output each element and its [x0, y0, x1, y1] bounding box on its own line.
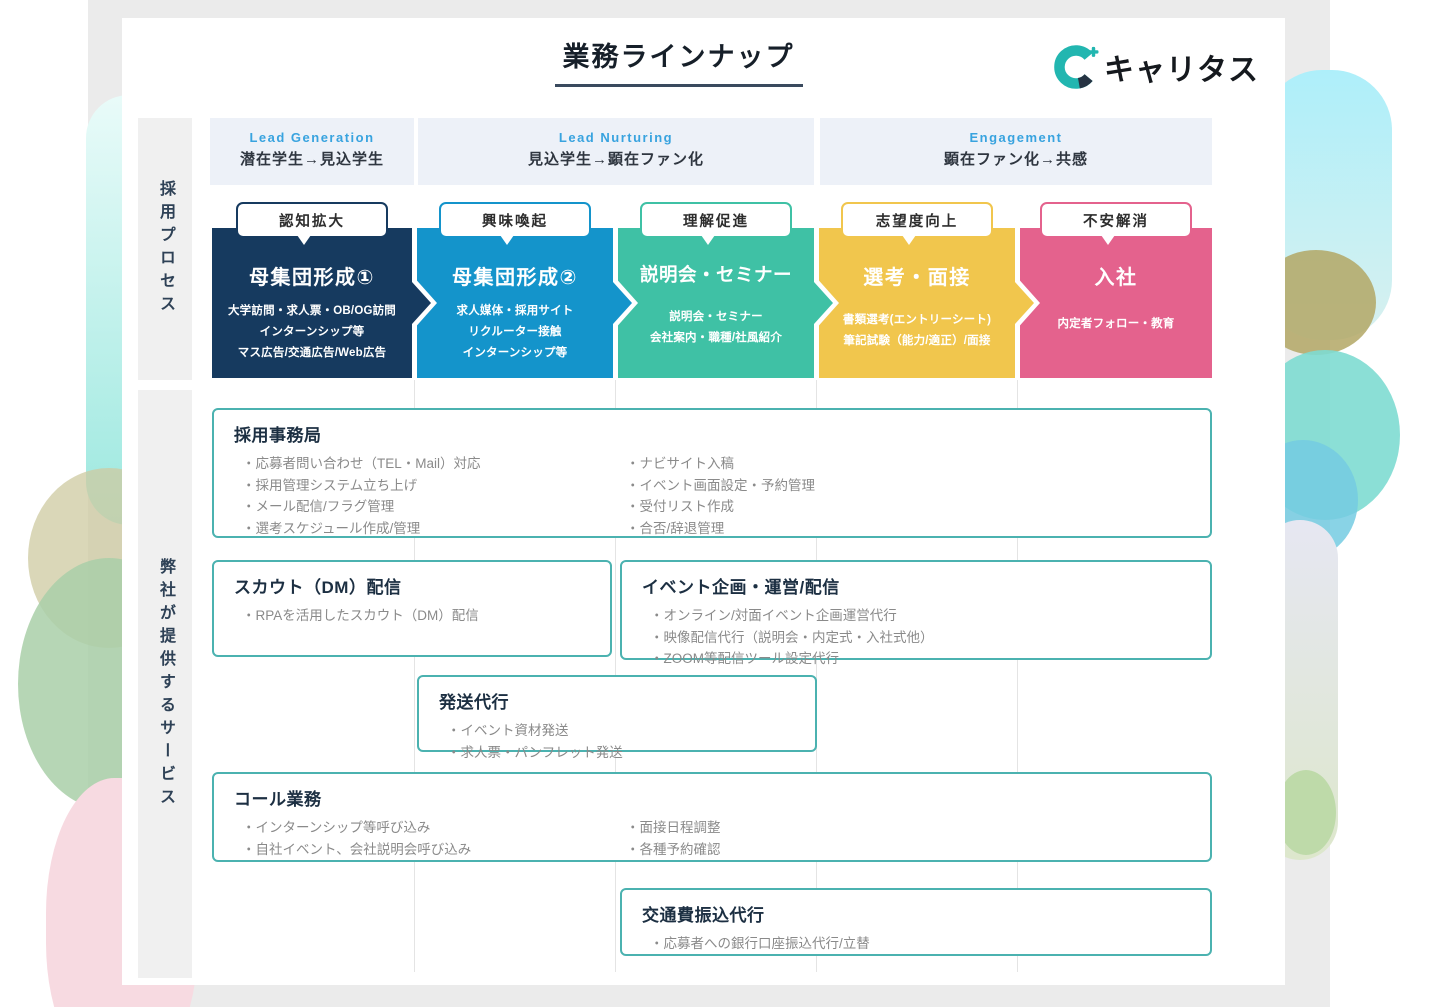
chevron-arrow-icon [814, 282, 833, 324]
service-item: ・映像配信代行（説明会・内定式・入社式他） [650, 629, 934, 645]
page-title: 業務ラインナップ [554, 35, 803, 87]
brand-logo: キャリタス [1053, 44, 1259, 90]
phase-lead-nurturing: Lead Nurturing 見込学生→顕在ファン化 [418, 118, 814, 185]
service-item: ・採用管理システム立ち上げ [242, 477, 418, 493]
service-box-transport-payment: 交通費振込代行 ・応募者への銀行口座振込代行/立替 [620, 888, 1212, 956]
service-title: イベント企画・運営/配信 [642, 578, 840, 597]
phase-ja-label: 見込学生→顕在ファン化 [527, 151, 704, 168]
step-tab-label: 不安解消 [1083, 213, 1149, 230]
service-item: ・各種予約確認 [626, 841, 721, 857]
phase-en-label: Engagement [969, 130, 1063, 145]
phase-lead-generation: Lead Generation 潜在学生→見込学生 [210, 118, 414, 185]
step-block: 選考・面接 書類選考(エントリーシート) 筆記試験（能力/適正）/面接 [819, 228, 1015, 378]
step-tab: 志望度向上 [841, 202, 993, 245]
step-title: 選考・面接 [863, 267, 971, 289]
tab-pointer [1101, 235, 1116, 245]
phase-en-label: Lead Nurturing [558, 130, 674, 145]
service-title: 発送代行 [439, 693, 509, 712]
step-tab-label: 興味喚起 [482, 213, 548, 230]
step-block: 母集団形成① 大学訪問・求人票・OB/OG訪問 インターンシップ等 マス広告/交… [212, 228, 412, 378]
service-item: ・合否/辞退管理 [626, 520, 725, 536]
service-item: ・選考スケジュール作成/管理 [242, 520, 421, 536]
service-box-call-operations: コール業務 ・インターンシップ等呼び込み ・自社イベント、会社説明会呼び込み ・… [212, 772, 1212, 862]
step-detail: インターンシップ等 [462, 347, 568, 359]
service-item: ・イベント資材発送 [447, 723, 569, 738]
side-label-text: 弊社が提供するサービス [157, 557, 174, 811]
tab-pointer [297, 235, 312, 245]
chevron-arrow-icon [412, 282, 431, 324]
step-detail: 筆記試験（能力/適正）/面接 [843, 335, 991, 347]
process-flow: 認知拡大 母集団形成① 大学訪問・求人票・OB/OG訪問 インターンシップ等 マ… [122, 202, 1285, 382]
service-title: 交通費振込代行 [642, 906, 765, 925]
step-detail: リクルーター接触 [468, 326, 562, 338]
service-item: ・ナビサイト入稿 [626, 456, 734, 471]
process-step-senko-mensetsu: 志望度向上 選考・面接 書類選考(エントリーシート) 筆記試験（能力/適正）/面… [819, 202, 1040, 382]
process-step-boshudan-1: 認知拡大 母集団形成① 大学訪問・求人票・OB/OG訪問 インターンシップ等 マ… [212, 202, 437, 382]
infographic-stage: 業務ラインナップ キャリタス 採用プロセス 弊社が提供するサービス Lead G… [0, 0, 1440, 1007]
tab-pointer [500, 235, 515, 245]
tab-pointer [902, 235, 917, 245]
step-tab: 理解促進 [640, 202, 792, 245]
service-box-event-planning: イベント企画・運営/配信 ・オンライン/対面イベント企画運営代行 ・映像配信代行… [620, 560, 1212, 666]
service-box-recruit-office: 採用事務局 ・応募者問い合わせ（TEL・Mail）対応 ・採用管理システム立ち上… [212, 408, 1212, 538]
service-item: ・面接日程調整 [626, 820, 721, 835]
service-item: ・ZOOM等配信ツール設定代行 [650, 651, 839, 666]
service-box-shipping: 発送代行 ・イベント資材発送 ・求人票・パンフレット発送 [417, 675, 817, 760]
step-detail: マス広告/交通広告/Web広告 [237, 347, 387, 359]
service-item: ・RPAを活用したスカウト（DM）配信 [242, 608, 479, 623]
service-item: ・応募者への銀行口座振込代行/立替 [650, 936, 870, 951]
service-item: ・インターンシップ等呼び込み [242, 820, 431, 835]
side-label-our-services: 弊社が提供するサービス [138, 390, 192, 978]
tab-pointer [701, 235, 716, 245]
step-tab-label: 志望度向上 [875, 213, 959, 230]
step-detail: 書類選考(エントリーシート) [842, 314, 992, 326]
step-detail: 内定者フォロー・教育 [1057, 318, 1175, 330]
decorative-blob [1276, 770, 1336, 855]
service-item: ・応募者問い合わせ（TEL・Mail）対応 [242, 456, 481, 471]
service-title: 採用事務局 [234, 426, 322, 445]
service-item: ・イベント画面設定・予約管理 [626, 477, 815, 493]
chevron-arrow-icon [613, 282, 632, 324]
service-title: スカウト（DM）配信 [234, 578, 402, 597]
step-tab-label: 認知拡大 [279, 213, 345, 230]
chevron-arrow-icon [1015, 282, 1034, 324]
service-box-scout-dm: スカウト（DM）配信 ・RPAを活用したスカウト（DM）配信 [212, 560, 612, 657]
step-block: 母集団形成② 求人媒体・採用サイト リクルーター接触 インターンシップ等 [417, 228, 613, 378]
phase-ja-label: 顕在ファン化→共感 [943, 151, 1088, 168]
process-step-boshudan-2: 興味喚起 母集団形成② 求人媒体・採用サイト リクルーター接触 インターンシップ… [417, 202, 638, 382]
step-block: 説明会・セミナー 説明会・セミナー 会社案内・職種/社風紹介 [618, 228, 814, 378]
phase-en-label: Lead Generation [249, 130, 375, 145]
step-title: 説明会・セミナー [639, 264, 792, 285]
step-detail: 会社案内・職種/社風紹介 [649, 332, 783, 344]
service-title: コール業務 [234, 790, 322, 809]
service-item: ・オンライン/対面イベント企画運営代行 [650, 608, 897, 623]
service-item: ・自社イベント、会社説明会呼び込み [242, 841, 472, 857]
step-title: 入社 [1094, 267, 1138, 289]
service-item: ・受付リスト作成 [626, 499, 734, 514]
phase-ja-label: 潜在学生→見込学生 [239, 151, 384, 168]
step-title: 母集団形成① [249, 267, 375, 289]
content-card: 業務ラインナップ キャリタス 採用プロセス 弊社が提供するサービス Lead G… [122, 18, 1285, 985]
service-item: ・求人票・パンフレット発送 [447, 744, 623, 760]
step-tab: 興味喚起 [439, 202, 591, 245]
service-item: ・メール配信/フラグ管理 [242, 499, 395, 514]
step-detail: 求人媒体・採用サイト [456, 305, 574, 317]
step-detail: 大学訪問・求人票・OB/OG訪問 [227, 305, 397, 317]
step-detail: インターンシップ等 [259, 326, 365, 338]
brand-name: キャリタス [1104, 54, 1259, 87]
step-detail: 説明会・セミナー [669, 311, 763, 323]
process-step-seminar: 理解促進 説明会・セミナー 説明会・セミナー 会社案内・職種/社風紹介 [618, 202, 839, 382]
process-step-nyusha: 不安解消 入社 内定者フォロー・教育 [1020, 202, 1212, 382]
step-title: 母集団形成② [452, 267, 578, 289]
step-tab-label: 理解促進 [683, 213, 749, 230]
step-block: 入社 内定者フォロー・教育 [1020, 228, 1212, 378]
step-tab: 不安解消 [1040, 202, 1192, 245]
step-tab: 認知拡大 [236, 202, 388, 245]
phase-engagement: Engagement 顕在ファン化→共感 [820, 118, 1212, 185]
caritas-c-plus-icon [1054, 45, 1099, 89]
